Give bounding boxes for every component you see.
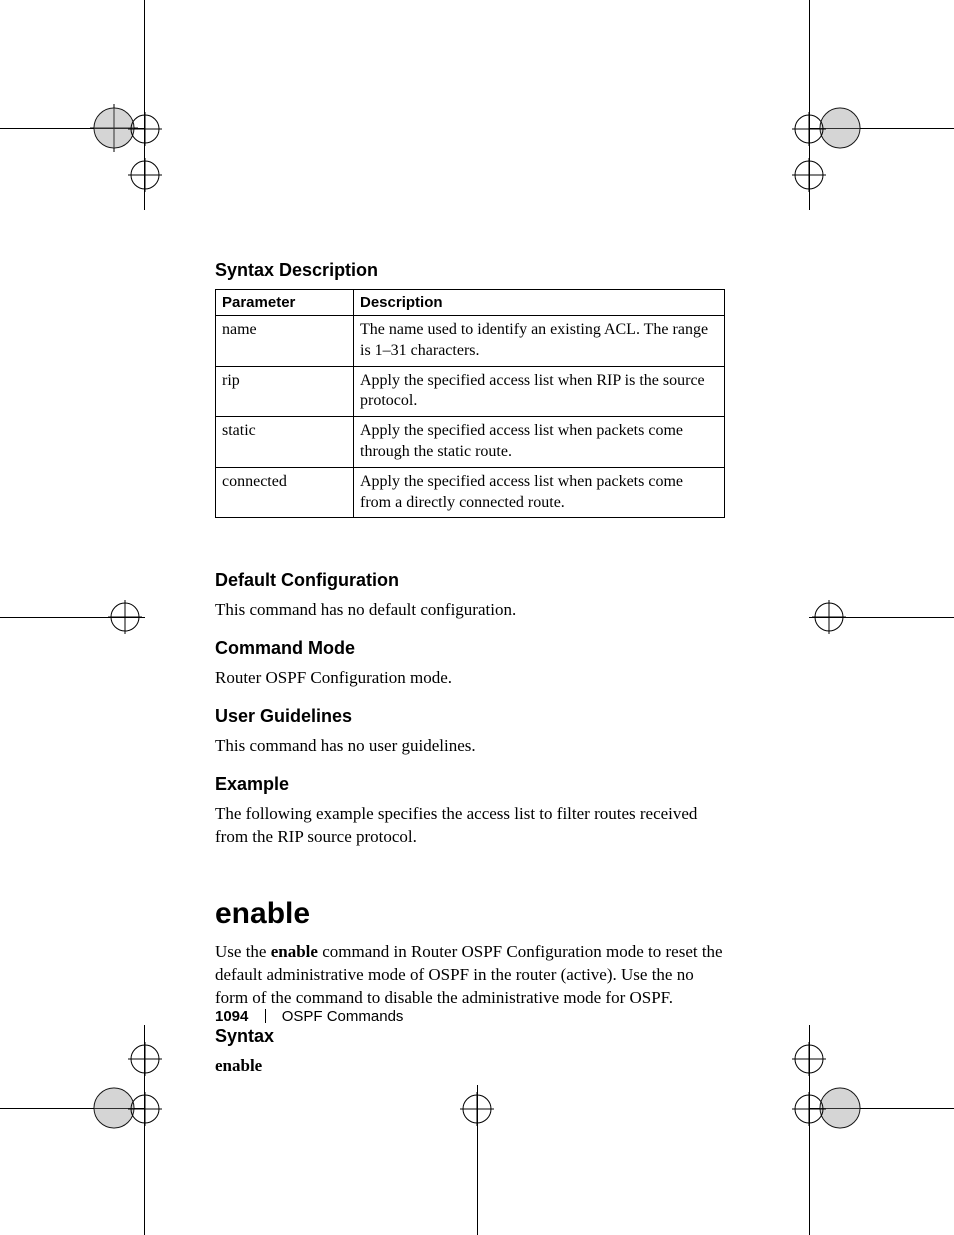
crop-line	[809, 0, 810, 210]
heading-syntax: Syntax	[215, 1026, 725, 1047]
cell-param: connected	[216, 467, 354, 518]
cell-desc: Apply the specified access list when RIP…	[354, 366, 725, 417]
crop-line	[0, 128, 145, 129]
table-row: static Apply the specified access list w…	[216, 417, 725, 468]
heading-syntax-description: Syntax Description	[215, 260, 725, 281]
text-bold-enable: enable	[271, 942, 318, 961]
chapter-title: OSPF Commands	[282, 1008, 404, 1025]
cell-param: static	[216, 417, 354, 468]
crop-line	[477, 1085, 478, 1235]
syntax-description-table: Parameter Description name The name used…	[215, 289, 725, 518]
crop-line	[0, 1108, 145, 1109]
crop-line	[809, 1108, 954, 1109]
cell-desc: Apply the specified access list when pac…	[354, 417, 725, 468]
text-enable-description: Use the enable command in Router OSPF Co…	[215, 941, 725, 1010]
cell-desc: The name used to identify an existing AC…	[354, 316, 725, 367]
table-row: connected Apply the specified access lis…	[216, 467, 725, 518]
crop-line	[144, 0, 145, 210]
cell-param: rip	[216, 366, 354, 417]
page-footer: 1094 OSPF Commands	[215, 1008, 403, 1025]
table-row: rip Apply the specified access list when…	[216, 366, 725, 417]
registration-mark-icon	[128, 1092, 162, 1126]
heading-user-guidelines: User Guidelines	[215, 706, 725, 727]
heading-command-mode: Command Mode	[215, 638, 725, 659]
text-syntax-enable: enable	[215, 1055, 725, 1078]
heading-default-configuration: Default Configuration	[215, 570, 725, 591]
table-row: name The name used to identify an existi…	[216, 316, 725, 367]
heading-example: Example	[215, 774, 725, 795]
cell-desc: Apply the specified access list when pac…	[354, 467, 725, 518]
cell-param: name	[216, 316, 354, 367]
heading-enable: enable	[215, 897, 725, 931]
text-example: The following example specifies the acce…	[215, 803, 725, 849]
text-default-configuration: This command has no default configuratio…	[215, 599, 725, 622]
table-header-row: Parameter Description	[216, 290, 725, 316]
text-user-guidelines: This command has no user guidelines.	[215, 735, 725, 758]
registration-mark-icon	[128, 158, 162, 192]
crop-line	[809, 1025, 810, 1235]
page-content: Syntax Description Parameter Description…	[215, 260, 725, 1092]
col-header-description: Description	[354, 290, 725, 316]
text-command-mode: Router OSPF Configuration mode.	[215, 667, 725, 690]
crop-line	[809, 617, 954, 618]
crop-line	[0, 617, 145, 618]
text-fragment: Use the	[215, 942, 271, 961]
crop-line	[809, 128, 954, 129]
col-header-parameter: Parameter	[216, 290, 354, 316]
registration-mark-icon	[128, 112, 162, 146]
crop-line	[144, 1025, 145, 1235]
footer-separator	[265, 1009, 266, 1023]
registration-mark-icon	[128, 1042, 162, 1076]
page-number: 1094	[215, 1008, 248, 1025]
